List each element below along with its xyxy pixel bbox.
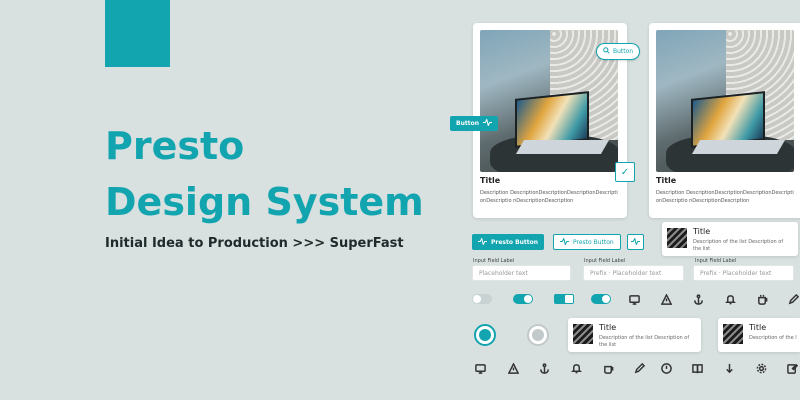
list-description: Description of the list Description of t… (693, 239, 784, 252)
list-thumbnail (573, 324, 593, 344)
search-pill-button[interactable]: Button (596, 43, 641, 60)
settings-icon[interactable] (755, 362, 767, 374)
list-description: Description of the list Description of t… (749, 335, 797, 341)
card-title: Title (656, 176, 677, 185)
cup-icon[interactable] (756, 293, 768, 305)
field-label: Input Field Label (473, 258, 515, 264)
list-title: Title (749, 323, 767, 332)
radio-disabled[interactable] (527, 324, 549, 346)
list-title: Title (693, 227, 711, 236)
edit-icon[interactable] (786, 362, 798, 374)
product-card-2[interactable]: Title Description DescriptionDescription… (649, 23, 800, 218)
activity-icon (631, 236, 640, 247)
brand-block (105, 0, 170, 67)
hero-title-line1: Presto (105, 124, 245, 168)
activity-icon (478, 236, 487, 247)
card-title: Title (480, 176, 501, 185)
list-title: Title (599, 323, 617, 332)
cup-icon[interactable] (602, 362, 614, 374)
presto-primary-label: Presto Button (491, 238, 539, 246)
monitor-icon[interactable] (628, 293, 640, 305)
activity-icon-button[interactable] (627, 234, 644, 250)
anchor-icon[interactable] (538, 362, 550, 374)
list-item[interactable]: Title Description of the list Descriptio… (718, 318, 800, 352)
bell-icon[interactable] (570, 362, 582, 374)
teal-small-label: Button (456, 120, 479, 127)
list-description: Description of the list Description of t… (599, 335, 690, 348)
anchor-icon[interactable] (692, 293, 704, 305)
field-label: Input Field Label (584, 258, 626, 264)
toggle-on[interactable] (513, 294, 533, 304)
text-input[interactable]: Placeholder text (472, 265, 571, 281)
book-icon[interactable] (691, 362, 703, 374)
radio-selected[interactable] (474, 324, 496, 346)
prefix-input[interactable]: Prefix · Placeholder text (583, 265, 684, 281)
teal-small-button[interactable]: Button (450, 116, 498, 131)
list-thumbnail (667, 228, 687, 248)
field-label: Input Field Label (695, 258, 737, 264)
pen-icon[interactable] (633, 362, 645, 374)
list-item[interactable]: Title Description of the list Descriptio… (662, 222, 798, 256)
hero-title-line2: Design System (105, 180, 424, 224)
toggle-square[interactable] (554, 294, 574, 304)
search-icon (603, 47, 610, 56)
bell-icon[interactable] (724, 293, 736, 305)
prefix-input[interactable]: Prefix · Placeholder text (693, 265, 794, 281)
presto-outline-label: Presto Button (573, 238, 614, 246)
hero-subtitle: Initial Idea to Production >>> SuperFast (105, 236, 404, 251)
presto-primary-button[interactable]: Presto Button (472, 234, 545, 250)
toggle-check[interactable] (591, 294, 611, 304)
presto-outline-button[interactable]: Presto Button (553, 234, 621, 250)
card-description: Description DescriptionDescriptionDescri… (656, 190, 794, 204)
search-pill-label: Button (613, 48, 634, 55)
activity-icon (482, 118, 492, 128)
monitor-icon[interactable] (474, 362, 486, 374)
pen-icon[interactable] (787, 293, 799, 305)
list-item[interactable]: Title Description of the list Descriptio… (568, 318, 701, 352)
list-thumbnail (723, 324, 743, 344)
arrow-down-icon[interactable] (723, 362, 735, 374)
check-icon[interactable]: ✓ (615, 162, 635, 182)
clock-icon[interactable] (660, 362, 672, 374)
card-description: Description DescriptionDescriptionDescri… (480, 190, 618, 204)
warning-icon[interactable] (507, 362, 519, 374)
toggle-off[interactable] (472, 294, 492, 304)
card-image (656, 30, 794, 172)
hero-title: Presto Design System (105, 118, 424, 230)
warning-icon[interactable] (660, 293, 672, 305)
activity-icon (560, 236, 569, 247)
